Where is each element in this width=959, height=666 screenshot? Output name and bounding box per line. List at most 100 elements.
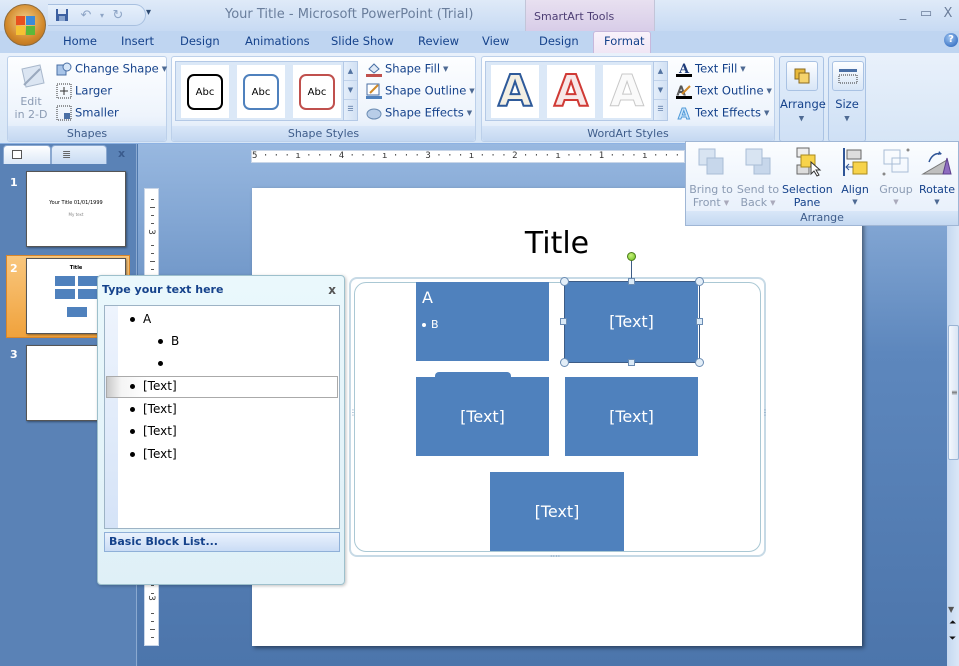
vertical-ruler-label: 3 (145, 229, 156, 235)
shape-style-3[interactable]: Abc (293, 65, 341, 118)
smartart-block-3[interactable]: [Text] (416, 377, 549, 456)
text-effects-label: Text Effects (695, 105, 762, 120)
text-pane-item[interactable]: [Text] (130, 402, 177, 416)
layout-name-link[interactable]: Basic Block List... (104, 532, 340, 552)
tab-slide-show[interactable]: Slide Show (331, 34, 394, 48)
maximize-button[interactable]: ▭ (917, 6, 935, 21)
wordart-gallery-more-icon[interactable]: ☰ (654, 100, 667, 119)
bring-to-front-label-1: Bring to (689, 183, 733, 196)
save-icon[interactable] (54, 8, 70, 24)
wordart-style-2[interactable]: A (547, 65, 595, 118)
tab-design[interactable]: Design (180, 34, 220, 48)
larger-button[interactable]: Larger (56, 83, 112, 99)
resize-handle-top-left[interactable] (560, 277, 569, 286)
shape-styles-gallery-scroll[interactable]: ▲ ▼ ☰ (343, 62, 357, 120)
text-pane-item-selected[interactable]: [Text] (130, 379, 177, 393)
smartart-block-4[interactable]: [Text] (565, 377, 698, 456)
frame-resize-handle-left[interactable]: ⋮ (349, 409, 357, 417)
tab-review[interactable]: Review (418, 34, 459, 48)
text-outline-button[interactable]: A Text Outline ▼ (676, 83, 772, 99)
customize-qat-icon[interactable]: ▾ (146, 7, 151, 18)
text-pane-item[interactable]: [Text] (130, 447, 177, 461)
tab-smartart-design[interactable]: Design (539, 34, 579, 48)
vertical-scrollbar-thumb[interactable]: ≡ (948, 325, 959, 460)
wordart-gallery-scroll[interactable]: ▲ ▼ ☰ (653, 62, 667, 120)
wordart-gallery-up-icon[interactable]: ▲ (654, 62, 667, 81)
text-effects-button[interactable]: A Text Effects ▼ (676, 105, 770, 124)
tab-insert[interactable]: Insert (121, 34, 154, 48)
undo-dropdown-icon[interactable]: ▾ (94, 8, 110, 24)
wordart-style-1[interactable]: A (491, 65, 539, 118)
slide-thumbnail-1[interactable]: Your Title 01/01/1999 My text (26, 171, 126, 247)
shape-effects-button[interactable]: Shape Effects ▼ (366, 105, 472, 121)
slides-pane-close-icon[interactable]: x (118, 147, 125, 160)
gallery-more-icon[interactable]: ☰ (344, 100, 357, 119)
minimize-button[interactable]: _ (894, 6, 912, 21)
smaller-label: Smaller (75, 105, 119, 120)
tab-view[interactable]: View (482, 34, 509, 48)
resize-handle-bottom-right[interactable] (695, 358, 704, 367)
tab-animations[interactable]: Animations (245, 34, 310, 48)
gallery-up-icon[interactable]: ▲ (344, 62, 357, 81)
slide-title[interactable]: Title (252, 226, 862, 261)
resize-handle-top[interactable] (628, 278, 635, 285)
wordart-style-1-label: A (497, 65, 533, 118)
change-shape-button[interactable]: Change Shape ▼ (56, 61, 167, 77)
shape-fill-button[interactable]: Shape Fill ▼ (366, 61, 448, 77)
rotation-handle[interactable] (627, 252, 636, 261)
scroll-down-icon[interactable]: ▼ (948, 605, 954, 614)
undo-icon[interactable]: ↶ (78, 8, 94, 24)
help-icon[interactable]: ? (944, 33, 958, 47)
shape-style-3-label: Abc (299, 74, 335, 110)
vertical-ruler-label: 3 (145, 595, 156, 601)
text-pane-item[interactable] (158, 356, 171, 370)
resize-handle-top-right[interactable] (695, 277, 704, 286)
resize-handle-left[interactable] (560, 318, 567, 325)
frame-resize-handle-right[interactable]: ⋮ (761, 409, 769, 417)
smartart-block-5[interactable]: [Text] (490, 472, 624, 551)
text-fill-button[interactable]: A Text Fill ▼ (676, 61, 746, 77)
selection-pane-button[interactable]: Selection Pane (782, 146, 833, 209)
resize-handle-bottom[interactable] (628, 359, 635, 366)
smaller-button[interactable]: Smaller (56, 105, 119, 121)
wordart-gallery-down-icon[interactable]: ▼ (654, 81, 667, 100)
resize-handle-bottom-left[interactable] (560, 358, 569, 367)
tab-smartart-format[interactable]: Format (604, 34, 645, 48)
close-button[interactable]: X (939, 6, 957, 21)
resize-handle-right[interactable] (696, 318, 703, 325)
shape-style-1[interactable]: Abc (181, 65, 229, 118)
send-to-back-label-1: Send to (736, 183, 780, 196)
block-1-text: A (422, 288, 433, 307)
slide-number: 3 (10, 348, 18, 361)
slides-pane-tabs: ≣ (3, 145, 134, 164)
frame-resize-handle-bottom[interactable]: ···· (550, 552, 560, 561)
text-pane-item[interactable]: A (130, 312, 151, 326)
group-icon (880, 146, 912, 178)
size-label: Size (835, 97, 859, 111)
shape-outline-button[interactable]: Shape Outline ▼ (366, 83, 475, 99)
smartart-block-1[interactable]: A B (416, 282, 549, 361)
wordart-style-3[interactable]: A (603, 65, 651, 118)
window-title: Your Title - Microsoft PowerPoint (Trial… (225, 7, 474, 22)
office-button[interactable] (4, 4, 46, 46)
slides-tab[interactable] (3, 145, 51, 164)
group-label-shape-styles: Shape Styles (172, 126, 475, 141)
group-label: Group (879, 183, 913, 196)
previous-slide-icon[interactable]: ⏶ (949, 618, 956, 628)
shape-style-2[interactable]: Abc (237, 65, 285, 118)
align-button[interactable]: Align ▼ (832, 146, 878, 209)
rotate-button[interactable]: Rotate ▼ (914, 146, 959, 209)
text-pane-item[interactable]: B (158, 334, 179, 348)
tab-home[interactable]: Home (63, 34, 97, 48)
slides-tab-icon (12, 150, 22, 159)
next-slide-icon[interactable]: ⏷ (949, 634, 956, 644)
text-pane-list[interactable]: A B [Text] [Text] [Text] [Text] (104, 305, 340, 529)
outline-tab[interactable]: ≣ (51, 145, 107, 164)
size-button[interactable]: Size ▼ (828, 56, 866, 142)
bring-to-front-icon (695, 146, 727, 178)
redo-icon[interactable]: ↻ (110, 8, 126, 24)
text-pane-item[interactable]: [Text] (130, 424, 177, 438)
gallery-down-icon[interactable]: ▼ (344, 81, 357, 100)
arrange-button[interactable]: Arrange ▼ (779, 56, 826, 142)
text-pane-close-icon[interactable]: x (328, 283, 336, 297)
